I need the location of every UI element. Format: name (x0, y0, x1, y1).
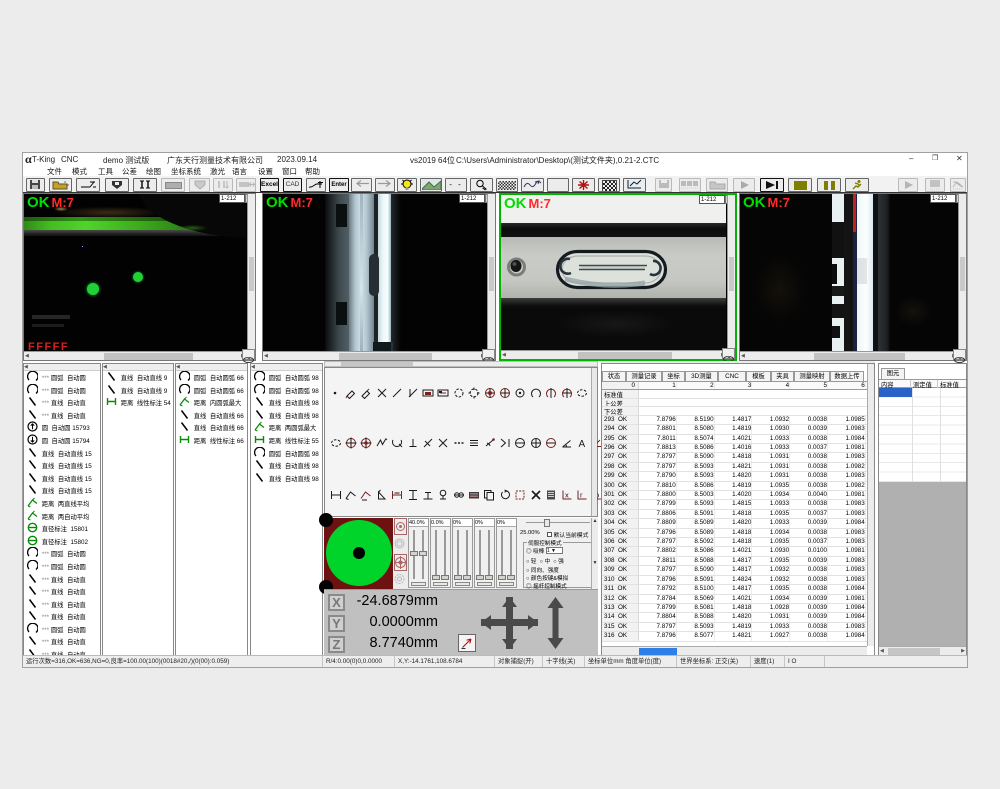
svg-text:r: r (580, 490, 583, 499)
svg-text:A: A (578, 439, 585, 449)
svg-text:x: x (565, 490, 569, 499)
